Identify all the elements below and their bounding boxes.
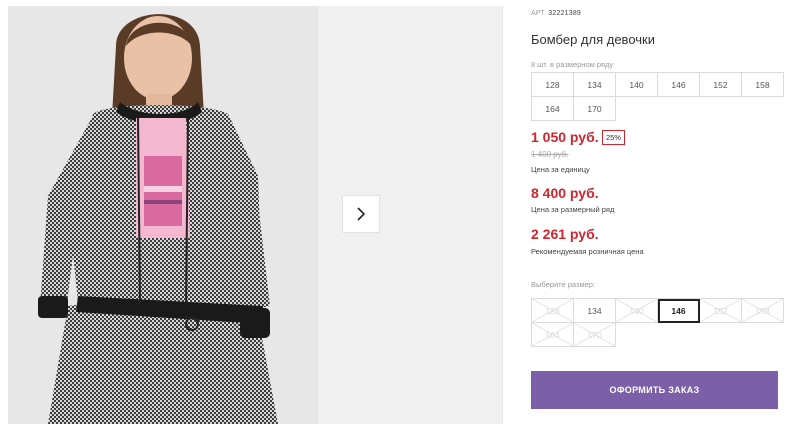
discount-badge: 25% [602,130,626,145]
pack-price-caption: Цена за размерный ряд [531,205,615,214]
unavailable-cross-icon [742,299,783,322]
size-option-146[interactable]: 146 [658,299,700,323]
size-option-label: 146 [671,305,686,316]
size-option-158: 158 [742,299,784,323]
product-gallery [0,0,503,425]
rrp-price-caption: Рекомендуемая розничная цена [531,247,644,256]
unit-price-caption: Цена за единицу [531,165,590,174]
size-option-152: 152 [700,299,742,323]
pack-size-cell: 146 [658,73,700,97]
product-title: Бомбер для девочки [531,32,655,47]
pack-size-cell: 170 [574,97,616,121]
size-option-164: 164 [532,323,574,347]
pack-size-cell: 152 [700,73,742,97]
old-price: 1 400 руб. [531,150,569,159]
article-number: АРТ. 32221389 [531,10,581,17]
next-image-button[interactable] [342,195,380,233]
article-value: 32221389 [548,10,582,17]
size-selector: 128134140146152158164170 [531,298,784,347]
size-option-128: 128 [532,299,574,323]
product-photo[interactable] [8,6,318,424]
unit-price: 1 050 руб. [531,129,599,145]
size-option-140: 140 [616,299,658,323]
size-option-170: 170 [574,323,616,347]
product-photo-illustration [8,6,318,424]
unavailable-cross-icon [574,323,615,346]
rrp-price: 2 261 руб. [531,226,599,242]
pack-size-cell: 158 [742,73,784,97]
place-order-button[interactable]: ОФОРМИТЬ ЗАКАЗ [531,371,778,409]
unavailable-cross-icon [532,323,573,346]
pack-sizes-label: 8 шт. в размерном ряду [531,60,614,69]
pack-size-cell: 164 [532,97,574,121]
unavailable-cross-icon [700,299,741,322]
size-option-134[interactable]: 134 [574,299,616,323]
pack-sizes-grid: 128 134 140 146 152 158 164 170 [531,72,784,121]
unavailable-cross-icon [616,299,657,322]
pack-size-cell: 128 [532,73,574,97]
choose-size-label: Выберите размер: [531,280,596,289]
pack-price: 8 400 руб. [531,185,599,201]
article-label: АРТ. [531,10,547,17]
size-option-label: 134 [587,305,602,316]
pack-size-cell: 140 [616,73,658,97]
pack-size-cell: 134 [574,73,616,97]
chevron-right-icon [357,207,366,221]
unavailable-cross-icon [532,299,573,322]
